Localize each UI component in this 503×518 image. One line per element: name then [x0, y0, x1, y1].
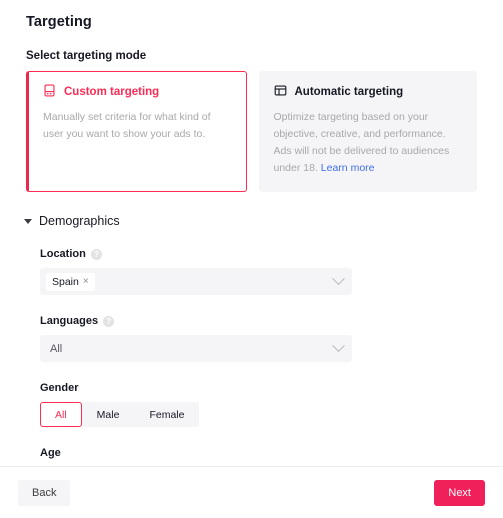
- page-content: Targeting Select targeting mode Custom t…: [0, 0, 503, 466]
- location-field-group: Location ? Spain ×: [40, 248, 477, 295]
- targeting-mode-card-custom[interactable]: Custom targeting Manually set criteria f…: [26, 71, 247, 192]
- targeting-mode-card-automatic[interactable]: Automatic targeting Optimize targeting b…: [258, 71, 477, 192]
- age-label-row: Age: [40, 447, 477, 459]
- demographics-section: Demographics Location ? Spain × Language…: [24, 214, 477, 466]
- location-chip-spain[interactable]: Spain ×: [46, 272, 95, 291]
- location-label-row: Location ?: [40, 248, 477, 260]
- chevron-down-icon: [24, 218, 32, 224]
- gender-option-female[interactable]: Female: [134, 402, 199, 427]
- targeting-mode-card-automatic-head: Automatic targeting: [274, 84, 463, 100]
- location-chip-label: Spain: [52, 275, 79, 288]
- languages-select-value: All: [50, 342, 63, 355]
- gender-segmented-control: All Male Female: [40, 402, 200, 427]
- targeting-mode-card-automatic-title: Automatic targeting: [294, 86, 404, 98]
- page-title: Targeting: [26, 14, 92, 30]
- languages-field-group: Languages ? All: [40, 315, 477, 362]
- location-select[interactable]: Spain ×: [40, 268, 352, 295]
- targeting-mode-card-custom-title: Custom targeting: [64, 86, 160, 98]
- next-button[interactable]: Next: [434, 479, 485, 506]
- close-icon[interactable]: ×: [83, 276, 89, 287]
- languages-label-row: Languages ?: [40, 315, 477, 327]
- question-mark-icon[interactable]: ?: [90, 248, 102, 260]
- targeting-mode-card-group: Custom targeting Manually set criteria f…: [26, 71, 477, 192]
- languages-label: Languages: [40, 315, 99, 327]
- targeting-page: Targeting Select targeting mode Custom t…: [0, 0, 503, 518]
- automatic-targeting-icon: [274, 84, 287, 100]
- gender-option-male[interactable]: Male: [82, 402, 135, 427]
- automatic-learn-more-link[interactable]: Learn more: [321, 162, 375, 174]
- age-label: Age: [40, 447, 61, 459]
- custom-targeting-icon: [43, 84, 56, 100]
- gender-label-row: Gender: [40, 382, 477, 394]
- question-mark-icon[interactable]: ?: [103, 315, 115, 327]
- location-label: Location: [40, 248, 86, 260]
- age-field-group: Age All 13-17 18-24: [40, 447, 477, 466]
- chevron-down-icon: [332, 339, 345, 353]
- targeting-mode-card-automatic-description: Optimize targeting based on your objecti…: [274, 109, 463, 177]
- targeting-mode-card-custom-description: Manually set criteria for what kind of u…: [43, 111, 211, 140]
- demographics-title: Demographics: [39, 214, 120, 228]
- gender-option-female-label: Female: [149, 408, 185, 421]
- gender-option-male-label: Male: [96, 408, 120, 421]
- gender-option-all[interactable]: All: [40, 402, 82, 427]
- demographics-collapse-toggle[interactable]: Demographics: [24, 214, 477, 228]
- gender-field-group: Gender All Male Female: [40, 382, 477, 427]
- chevron-down-icon: [332, 272, 345, 286]
- back-button[interactable]: Back: [18, 479, 71, 506]
- languages-select[interactable]: All: [40, 335, 352, 362]
- footer-bar: Back Next: [0, 466, 503, 518]
- targeting-mode-card-custom-head: Custom targeting: [43, 84, 232, 100]
- targeting-mode-label: Select targeting mode: [26, 50, 147, 62]
- gender-label: Gender: [40, 382, 79, 394]
- gender-option-all-label: All: [55, 408, 67, 421]
